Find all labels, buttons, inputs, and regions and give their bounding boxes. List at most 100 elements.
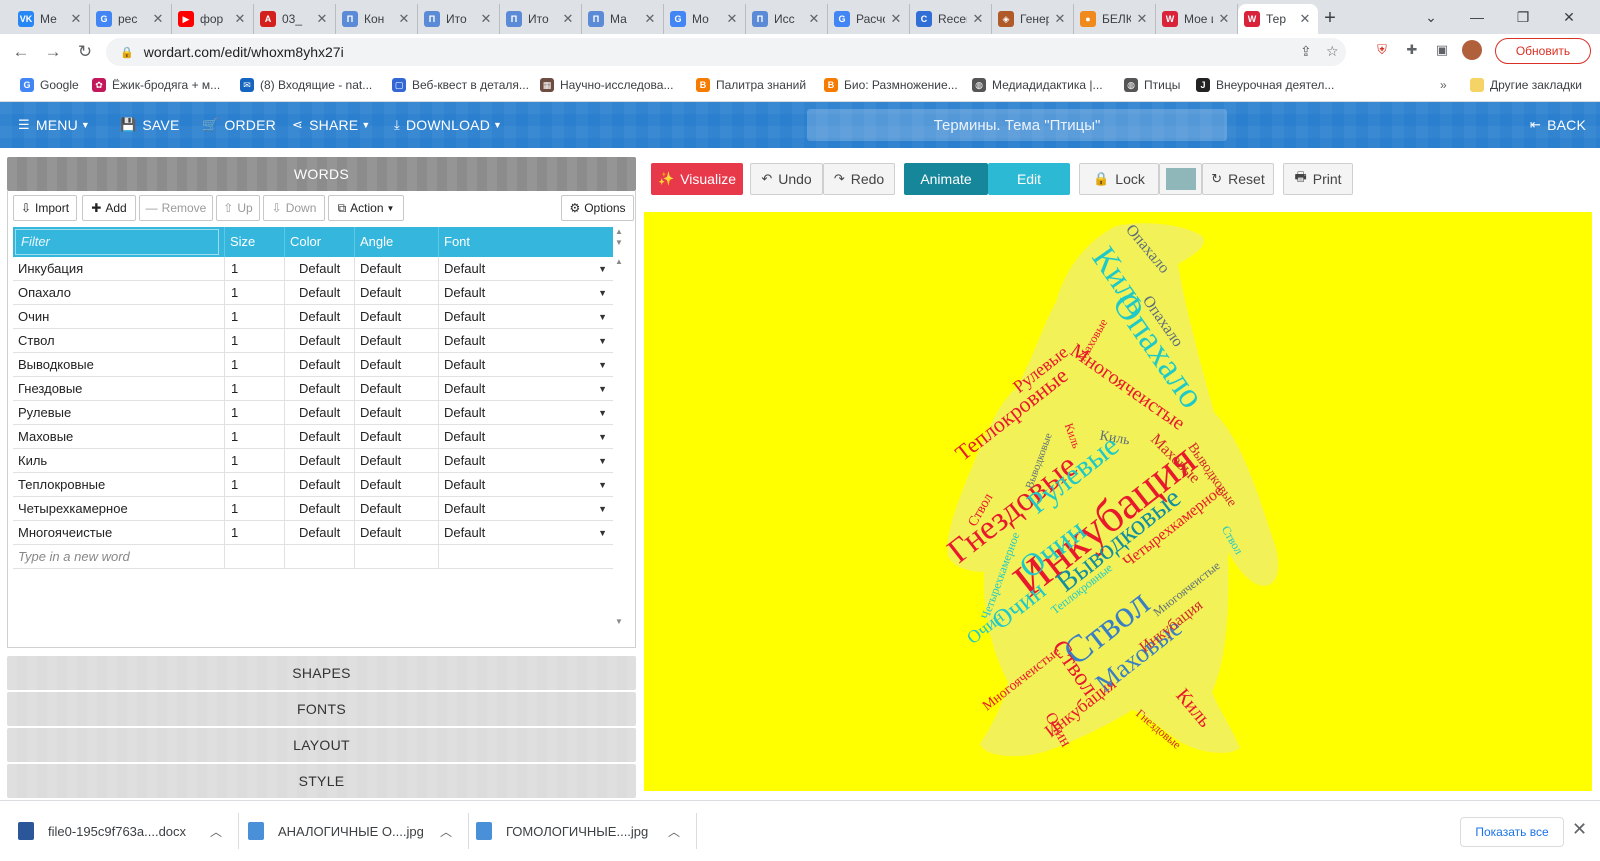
lock-button[interactable]: 🔒 Lock	[1079, 163, 1159, 195]
cell-angle[interactable]: Default	[355, 473, 439, 497]
cell-size[interactable]: 1	[225, 329, 285, 353]
save-button[interactable]: 💾 SAVE	[120, 114, 180, 136]
close-tab-icon[interactable]: ✕	[1298, 11, 1312, 27]
remove-button[interactable]: — Remove	[139, 195, 213, 221]
cell-word[interactable]: Ствол	[13, 329, 225, 353]
cell-font[interactable]: Default ▼	[439, 425, 613, 449]
download-item[interactable]: ГОМОЛОГИЧНЫЕ....jpg ︿	[476, 801, 696, 861]
close-tab-icon[interactable]: ✕	[151, 11, 165, 27]
edit-tab[interactable]: Edit	[988, 163, 1070, 195]
font-dropdown-icon[interactable]: ▼	[598, 401, 607, 425]
fonts-section-header[interactable]: FONTS	[7, 692, 636, 726]
menu-button[interactable]: ☰ MENU ▼	[18, 114, 90, 136]
table-row[interactable]: Киль 1 Default Default Default ▼	[13, 449, 613, 473]
font-dropdown-icon[interactable]: ▼	[598, 257, 607, 281]
forward-arrow-icon[interactable]: →	[40, 39, 66, 65]
chevron-up-icon[interactable]: ︿	[668, 823, 680, 840]
font-dropdown-icon[interactable]: ▼	[598, 377, 607, 401]
close-tab-icon[interactable]: ✕	[807, 11, 821, 27]
order-button[interactable]: 🛒 ORDER	[202, 114, 276, 136]
close-tab-icon[interactable]: ✕	[643, 11, 657, 27]
import-button[interactable]: ⇩ Import	[13, 195, 77, 221]
shield-extension-icon[interactable]: ⛨	[1372, 40, 1392, 60]
table-row[interactable]: Опахало 1 Default Default Default ▼	[13, 281, 613, 305]
cell-angle[interactable]: Default	[355, 377, 439, 401]
close-tab-icon[interactable]: ✕	[971, 11, 985, 27]
bookmark-item[interactable]: ✿ Ёжик-бродяга + м...	[92, 76, 220, 94]
close-tab-icon[interactable]: ✕	[397, 11, 411, 27]
cell-size[interactable]: 1	[225, 377, 285, 401]
font-dropdown-icon[interactable]: ▼	[598, 329, 607, 353]
redo-button[interactable]: ↷ Redo	[823, 163, 895, 195]
reset-button[interactable]: ↻ Reset	[1202, 163, 1274, 195]
artwork-title-input[interactable]: Термины. Тема "Птицы"	[807, 109, 1227, 141]
close-tab-icon[interactable]: ✕	[1217, 11, 1231, 27]
cell-word[interactable]: Четырехкамерное	[13, 497, 225, 521]
table-row[interactable]: Четырехкамерное 1 Default Default Default ▼	[13, 497, 613, 521]
table-row[interactable]: Инкубация 1 Default Default Default ▼	[13, 257, 613, 281]
cell-color[interactable]: Default	[285, 257, 355, 281]
action-dropdown[interactable]: ⧉ Action ▼	[328, 195, 404, 221]
cell-word[interactable]: Маховые	[13, 425, 225, 449]
cell-word[interactable]: Выводковые	[13, 353, 225, 377]
bookmark-item[interactable]: B Био: Размножение...	[824, 76, 958, 94]
table-row[interactable]: Выводковые 1 Default Default Default ▼	[13, 353, 613, 377]
browser-tab[interactable]: W Тер ✕	[1238, 4, 1318, 34]
column-header-color[interactable]: Color	[285, 227, 355, 257]
cell-color[interactable]: Default	[285, 305, 355, 329]
close-tab-icon[interactable]: ✕	[315, 11, 329, 27]
more-bookmarks-icon[interactable]: »	[1440, 76, 1447, 94]
chevron-up-icon[interactable]: ︿	[440, 823, 452, 840]
options-button[interactable]: ⚙ Options	[561, 195, 634, 221]
cell-angle[interactable]: Default	[355, 257, 439, 281]
cell-angle[interactable]: Default	[355, 521, 439, 545]
cell-angle[interactable]: Default	[355, 449, 439, 473]
tab-search-icon[interactable]: ⌄	[1408, 4, 1454, 30]
scroll-down-icon[interactable]: ▼	[613, 617, 625, 626]
font-dropdown-icon[interactable]: ▼	[598, 473, 607, 497]
browser-tab[interactable]: ▶ фор ✕	[172, 4, 254, 34]
back-arrow-icon[interactable]: ←	[8, 39, 34, 65]
back-button[interactable]: ⇤ BACK	[1530, 114, 1586, 136]
bookmark-item[interactable]: B Палитра знаний	[696, 76, 806, 94]
cell-color[interactable]: Default	[285, 377, 355, 401]
cell-color[interactable]: Default	[285, 353, 355, 377]
browser-tab[interactable]: G Мо ✕	[664, 4, 746, 34]
browser-tab[interactable]: ●БЕЛКИ✕	[1074, 4, 1156, 34]
font-dropdown-icon[interactable]: ▼	[598, 305, 607, 329]
cell-size[interactable]: 1	[225, 257, 285, 281]
column-header-angle[interactable]: Angle	[355, 227, 439, 257]
cell-size[interactable]: 1	[225, 497, 285, 521]
cell-word[interactable]: Гнездовые	[13, 377, 225, 401]
close-tab-icon[interactable]: ✕	[725, 11, 739, 27]
cell-color[interactable]: Default	[285, 425, 355, 449]
cell-font[interactable]: Default ▼	[439, 281, 613, 305]
cell-angle[interactable]: Default	[355, 353, 439, 377]
cell-font[interactable]: Default ▼	[439, 449, 613, 473]
cell-angle[interactable]: Default	[355, 329, 439, 353]
font-dropdown-icon[interactable]: ▼	[598, 449, 607, 473]
new-tab-button[interactable]: +	[1317, 5, 1343, 31]
scroll-down-icon[interactable]: ▼	[613, 238, 625, 247]
close-tab-icon[interactable]: ✕	[233, 11, 247, 27]
browser-tab[interactable]: A 03_ ✕	[254, 4, 336, 34]
close-tab-icon[interactable]: ✕	[889, 11, 903, 27]
cell-word[interactable]: Очин	[13, 305, 225, 329]
font-dropdown-icon[interactable]: ▼	[598, 521, 607, 545]
close-tab-icon[interactable]: ✕	[1053, 11, 1067, 27]
browser-tab[interactable]: Gрес ✕	[90, 4, 172, 34]
cell-size[interactable]: 1	[225, 353, 285, 377]
close-tab-icon[interactable]: ✕	[479, 11, 493, 27]
font-dropdown-icon[interactable]: ▼	[598, 497, 607, 521]
scroll-up-icon[interactable]: ▲	[613, 227, 625, 236]
cell-word[interactable]: Киль	[13, 449, 225, 473]
cell-word[interactable]: Опахало	[13, 281, 225, 305]
cell-angle[interactable]: Default	[355, 497, 439, 521]
layout-section-header[interactable]: LAYOUT	[7, 728, 636, 762]
extensions-puzzle-icon[interactable]: ✚	[1402, 40, 1422, 60]
cell-color[interactable]: Default	[285, 473, 355, 497]
browser-tab[interactable]: П Ма ✕	[582, 4, 664, 34]
cell-size[interactable]: 1	[225, 473, 285, 497]
bookmark-item[interactable]: ◍ Медиадидактика |...	[972, 76, 1103, 94]
animate-tab[interactable]: Animate	[904, 163, 988, 195]
